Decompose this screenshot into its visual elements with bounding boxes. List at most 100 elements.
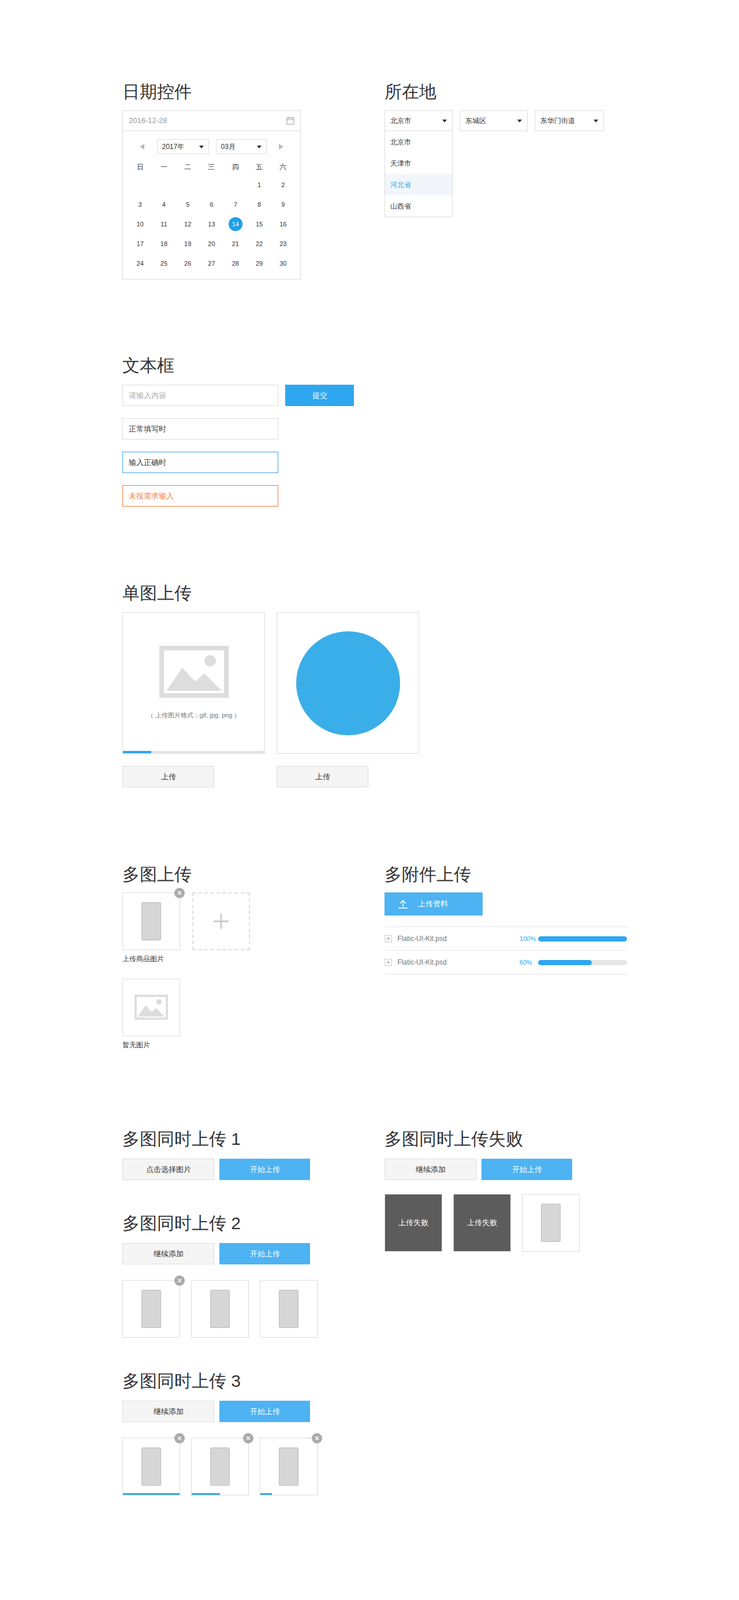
secondary-button[interactable]: 继续添加 [122, 1242, 215, 1264]
picture-icon [134, 994, 169, 1020]
day-cell[interactable]: 18 [151, 236, 176, 251]
calendar-header: 2017年 03月 [128, 139, 296, 155]
upload-button[interactable]: 上传 [276, 765, 369, 787]
text-input[interactable]: 正常填写时 [122, 417, 279, 440]
location-option[interactable]: 北京市 [385, 131, 453, 153]
location-select[interactable]: 东城区 [459, 110, 528, 132]
day-cell[interactable]: 14 [223, 217, 248, 231]
batch-upload-section: 多图同时上传 1点击选择图片开始上传 [122, 1128, 385, 1180]
day-cell[interactable]: 16 [271, 217, 296, 231]
day-cell[interactable]: 15 [247, 217, 271, 231]
date-input[interactable]: 2016-12-28 [122, 110, 301, 132]
remove-button[interactable] [243, 1432, 254, 1443]
day-cell[interactable]: 17 [128, 236, 152, 251]
primary-button[interactable]: 开始上传 [219, 1242, 311, 1264]
secondary-button[interactable]: 继续添加 [384, 1158, 477, 1180]
day-cell[interactable]: 4 [151, 197, 176, 212]
file-row: Flatic-UI-Kit.psd60% [384, 949, 627, 974]
image-thumb[interactable] [191, 1279, 249, 1338]
calendar: 2017年03月日一二三四五六1234567891011121314151617… [122, 131, 301, 280]
day-cell[interactable]: 8 [247, 197, 271, 212]
day-cell[interactable]: 3 [128, 197, 152, 212]
image-thumb[interactable] [122, 1279, 181, 1338]
prev-month-icon[interactable] [139, 143, 145, 150]
location-option[interactable]: 河北省 [385, 173, 453, 196]
week-row: 24252627282930 [128, 253, 296, 274]
location-select[interactable]: 东华门街道 [534, 110, 604, 132]
day-cell[interactable]: 24 [128, 256, 152, 271]
image-thumb[interactable] [521, 1193, 580, 1252]
image-thumb[interactable] [259, 1279, 318, 1338]
day-cell[interactable]: 12 [176, 217, 200, 231]
day-cell[interactable]: 2 [271, 177, 296, 192]
empty-image [122, 978, 181, 1036]
image-thumb[interactable] [191, 1437, 249, 1495]
weekday: 六 [271, 161, 296, 173]
secondary-button[interactable]: 点击选择图片 [122, 1158, 215, 1180]
remove-button[interactable] [174, 1274, 185, 1286]
year-select[interactable]: 2017年 [157, 139, 209, 155]
day-cell[interactable]: 6 [199, 197, 224, 212]
remove-button[interactable] [174, 887, 185, 898]
day-cell[interactable]: 9 [271, 197, 296, 212]
failed-overlay: 上传失败 [453, 1193, 511, 1251]
file-progress-track [538, 935, 627, 942]
image-thumb[interactable]: 上传失败 [453, 1193, 511, 1252]
next-month-icon[interactable] [278, 143, 284, 150]
text-input[interactable]: 未按需求输入 [122, 484, 279, 507]
section-title: 所在地 [384, 81, 604, 103]
day-cell[interactable]: 26 [176, 256, 200, 271]
file-progress-fill [538, 935, 627, 942]
location-option[interactable]: 山西省 [385, 195, 453, 217]
day-cell[interactable]: 29 [247, 256, 271, 271]
image-thumb[interactable]: 上传失败 [384, 1193, 443, 1252]
upload-button[interactable]: 上传 [122, 765, 215, 787]
section-title: 单图上传 [122, 582, 739, 604]
day-cell[interactable]: 19 [176, 236, 200, 251]
day-cell[interactable]: 27 [199, 256, 224, 271]
file-percent: 100% [519, 933, 536, 944]
product-image [141, 1446, 162, 1485]
day-cell[interactable]: 25 [151, 256, 176, 271]
image-thumb[interactable] [122, 1437, 181, 1495]
day-cell[interactable]: 22 [247, 236, 271, 251]
image-thumb[interactable] [259, 1437, 318, 1495]
format-hint: （ 上传图片格式：gif, jpg, png ） [147, 710, 241, 720]
text-input[interactable]: 请输入内容 [122, 384, 279, 406]
month-select[interactable]: 03月 [215, 139, 267, 155]
day-cell[interactable]: 1 [247, 177, 271, 192]
add-image-button[interactable] [192, 891, 250, 950]
day-cell[interactable]: 13 [199, 217, 224, 231]
day-cell[interactable]: 10 [128, 217, 152, 231]
image-thumb[interactable] [122, 891, 181, 950]
caret-icon [256, 145, 262, 149]
submit-button[interactable]: 提交 [285, 384, 354, 406]
upload-progress [122, 1492, 180, 1495]
primary-button[interactable]: 开始上传 [219, 1158, 311, 1180]
upload-files-button[interactable]: 上传资料 [384, 891, 483, 916]
section-title: 多附件上传 [384, 863, 627, 885]
primary-button[interactable]: 开始上传 [219, 1400, 311, 1422]
day-cell[interactable]: 5 [176, 197, 200, 212]
upload-box[interactable]: （ 上传图片格式：gif, jpg, png ） [122, 611, 266, 754]
secondary-button[interactable]: 继续添加 [122, 1400, 215, 1422]
plus-icon [213, 913, 229, 929]
page: 日期控件2016-12-282017年03月日一二三四五六12345678910… [0, 0, 739, 1600]
text-field-section: 文本框请输入内容提交正常填写时输入正确时未按需求输入 [122, 355, 739, 507]
location-option[interactable]: 天津市 [385, 152, 453, 174]
close-icon [177, 1277, 182, 1283]
remove-button[interactable] [311, 1432, 323, 1443]
day-cell[interactable]: 21 [223, 236, 248, 251]
location-select[interactable]: 北京市 [384, 110, 453, 132]
primary-button[interactable]: 开始上传 [481, 1158, 573, 1180]
day-cell[interactable]: 28 [223, 256, 248, 271]
upload-box[interactable] [276, 611, 420, 754]
text-input[interactable]: 输入正确时 [122, 451, 279, 473]
day-cell[interactable]: 20 [199, 236, 224, 251]
day-cell[interactable]: 7 [223, 197, 248, 212]
remove-button[interactable] [174, 1432, 185, 1443]
batch-column: 多图同时上传 1点击选择图片开始上传多图同时上传 2继续添加开始上传多图同时上传… [122, 1128, 385, 1495]
day-cell[interactable]: 11 [151, 217, 176, 231]
day-cell[interactable]: 30 [271, 256, 296, 271]
day-cell[interactable]: 23 [271, 236, 296, 251]
